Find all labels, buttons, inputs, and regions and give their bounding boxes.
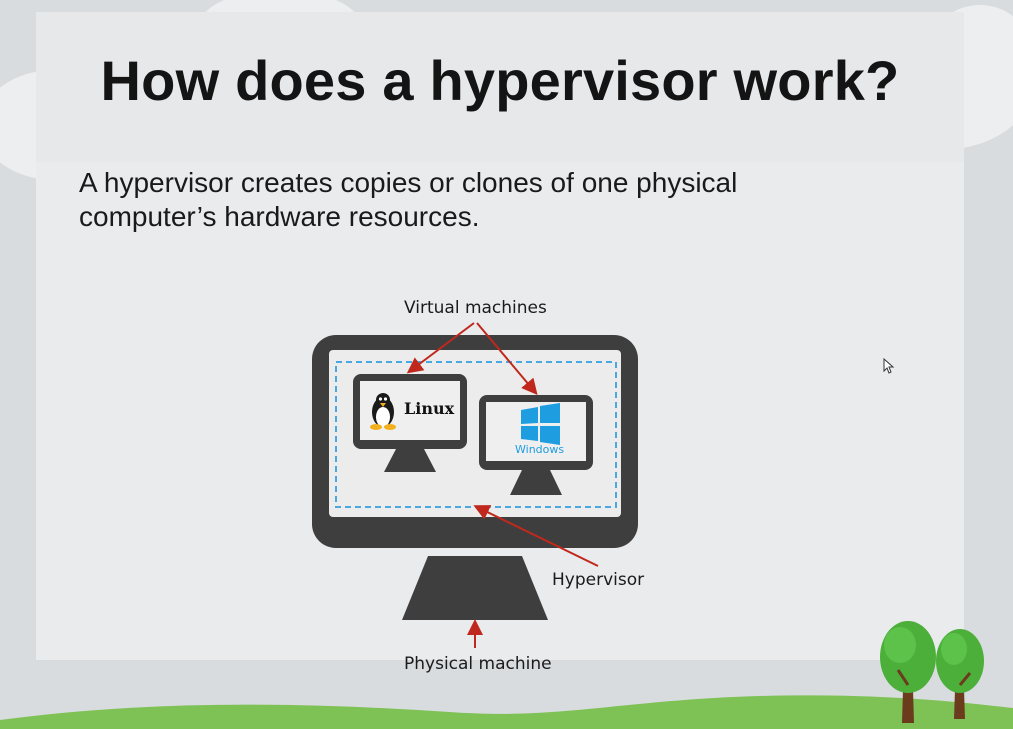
vm-linux-label: Linux	[404, 399, 455, 418]
tree-icon	[936, 629, 984, 719]
virtual-machines-label: Virtual machines	[404, 298, 547, 318]
physical-monitor-stand	[402, 556, 548, 620]
tree-icon	[880, 621, 936, 723]
grass-ground-decoration	[0, 695, 1013, 729]
hypervisor-diagram	[312, 322, 638, 648]
mouse-cursor-icon	[883, 358, 895, 374]
hypervisor-label: Hypervisor	[552, 570, 645, 590]
trees-decoration	[880, 621, 984, 723]
physical-machine-label: Physical machine	[404, 654, 552, 674]
vm-windows-label: Windows	[515, 443, 565, 456]
